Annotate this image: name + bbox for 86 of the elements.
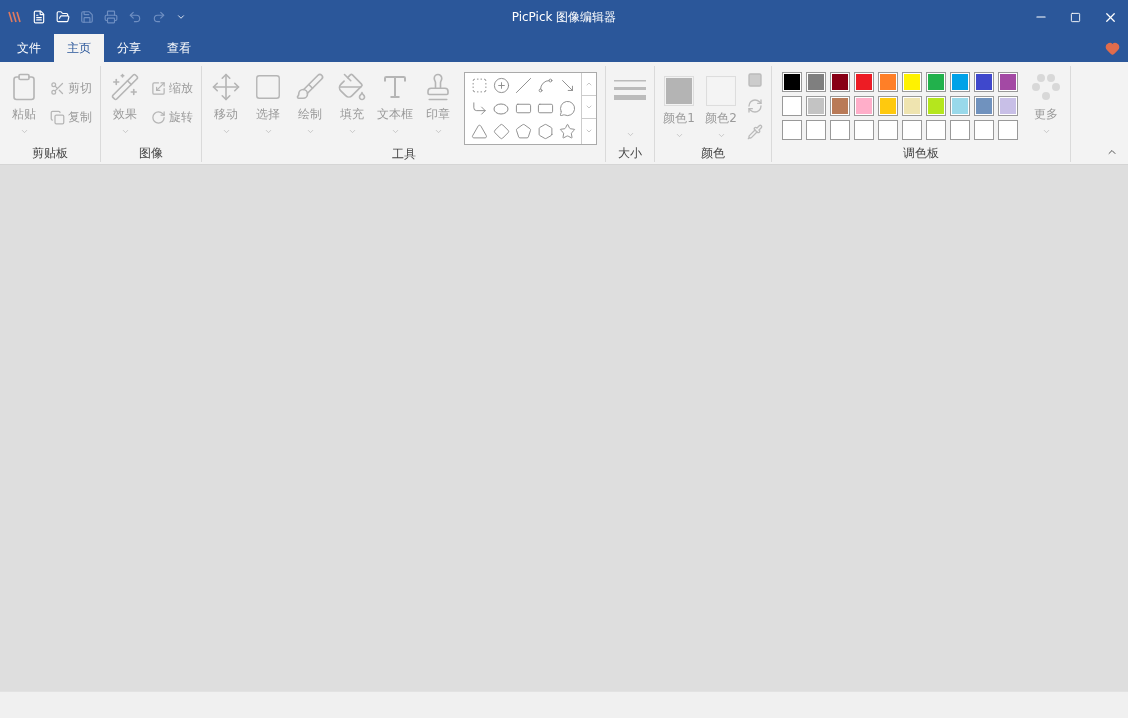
empty-swatch[interactable] — [878, 120, 898, 140]
caret-icon — [625, 130, 635, 139]
caret-icon — [120, 127, 130, 136]
paint-bucket-icon — [337, 72, 367, 102]
line-icon[interactable] — [514, 77, 532, 94]
app-logo — [8, 10, 22, 24]
window-title: PicPick 图像编辑器 — [511, 8, 617, 26]
empty-swatch[interactable] — [926, 120, 946, 140]
empty-swatch[interactable] — [974, 120, 994, 140]
palette-swatch[interactable] — [902, 96, 922, 116]
caret-icon — [19, 127, 29, 136]
palette-swatch[interactable] — [926, 72, 946, 92]
ribbon-tab[interactable]: 查看 — [154, 34, 204, 62]
empty-swatch[interactable] — [902, 120, 922, 140]
circle-plus-icon[interactable] — [492, 77, 510, 94]
group-label: 颜色 — [700, 145, 726, 162]
caret-icon — [433, 127, 443, 136]
empty-swatch[interactable] — [998, 120, 1018, 140]
palette-swatch[interactable] — [830, 72, 850, 92]
speech-bubble-icon[interactable] — [558, 100, 576, 117]
palette-swatch[interactable] — [974, 96, 994, 116]
triangle-icon[interactable] — [470, 123, 488, 140]
palette-swatch[interactable] — [806, 96, 826, 116]
caret-up-icon — [585, 80, 593, 88]
new-file-icon[interactable] — [32, 10, 46, 24]
palette-swatch[interactable] — [806, 72, 826, 92]
customize-icon[interactable] — [176, 12, 186, 22]
group-label: 剪贴板 — [31, 145, 69, 162]
palette-swatch[interactable] — [830, 96, 850, 116]
move-icon — [211, 72, 241, 102]
caret-icon — [1041, 127, 1051, 136]
empty-swatch[interactable] — [854, 120, 874, 140]
caret-icon — [221, 127, 231, 136]
diamond-icon[interactable] — [492, 123, 510, 140]
group-label: 大小 — [617, 145, 643, 162]
swap-icon[interactable] — [747, 98, 763, 114]
brush-icon — [295, 72, 325, 102]
palette-swatch[interactable] — [878, 96, 898, 116]
palette-swatch[interactable] — [926, 96, 946, 116]
star-icon[interactable] — [558, 123, 576, 140]
empty-swatch[interactable] — [830, 120, 850, 140]
folder-icon[interactable] — [56, 10, 70, 24]
copy-icon — [50, 110, 65, 125]
maximize-icon — [1070, 11, 1081, 23]
curve-icon[interactable] — [536, 77, 554, 94]
eyedropper-icon[interactable] — [747, 124, 763, 140]
color-swatch — [664, 76, 694, 106]
ribbon-tab[interactable]: 主页 — [54, 34, 104, 62]
selection-icon — [253, 72, 283, 102]
scissors-icon — [50, 81, 65, 96]
empty-swatch[interactable] — [782, 120, 802, 140]
caret-icon — [674, 131, 684, 140]
ribbon-tab[interactable]: 文件 — [4, 34, 54, 62]
palette-swatch[interactable] — [902, 72, 922, 92]
caret-down-icon — [585, 103, 593, 111]
caret-icon — [390, 127, 400, 136]
heart-icon[interactable] — [1105, 41, 1120, 56]
pentagon-icon[interactable] — [514, 123, 532, 140]
palette-swatch[interactable] — [782, 72, 802, 92]
caret-icon — [305, 127, 315, 136]
dots-circle-icon — [1031, 72, 1061, 102]
palette-swatch[interactable] — [950, 72, 970, 92]
ribbon-tab[interactable]: 分享 — [104, 34, 154, 62]
group-label: 图像 — [138, 145, 164, 162]
resize-icon — [151, 81, 166, 96]
palette-swatch[interactable] — [782, 96, 802, 116]
group-label: 调色板 — [902, 145, 940, 162]
caret-icon — [347, 127, 357, 136]
caret-icon — [716, 131, 726, 140]
palette-swatch[interactable] — [974, 72, 994, 92]
palette-swatch[interactable] — [950, 96, 970, 116]
palette-swatch[interactable] — [998, 96, 1018, 116]
hexagon-icon[interactable] — [536, 123, 554, 140]
rotate-icon — [151, 110, 166, 125]
palette-swatch[interactable] — [854, 96, 874, 116]
curved-arrow-icon[interactable] — [470, 100, 488, 117]
palette-swatch[interactable] — [854, 72, 874, 92]
color-squares-icon[interactable] — [747, 72, 763, 88]
palette-swatch[interactable] — [878, 72, 898, 92]
rect-select-icon[interactable] — [470, 77, 488, 94]
empty-swatch[interactable] — [950, 120, 970, 140]
caret-icon — [263, 127, 273, 136]
wand-icon — [110, 72, 140, 102]
palette-swatch[interactable] — [998, 72, 1018, 92]
empty-swatch[interactable] — [806, 120, 826, 140]
group-label: 工具 — [390, 146, 417, 163]
